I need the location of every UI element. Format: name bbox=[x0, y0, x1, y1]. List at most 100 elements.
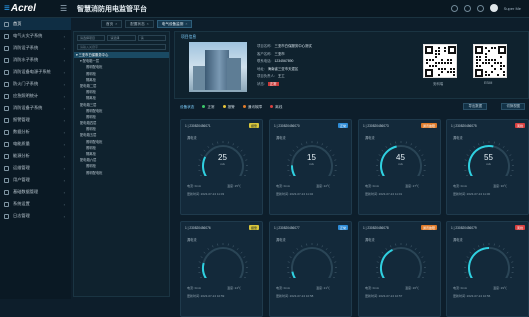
notification-icon[interactable] bbox=[464, 5, 471, 12]
device-card[interactable]: 1 | 230820456070正常漏电流15mA电流: 0mA温度: 22℃更… bbox=[269, 119, 352, 215]
card-row: 电流: 0mA bbox=[453, 286, 467, 290]
card-row: 更新时间: 2023-07-24 11:01 bbox=[365, 192, 402, 196]
sidebar-item[interactable]: 电气火灾子系统› bbox=[0, 30, 71, 42]
tab-label: 电气设备监测 bbox=[162, 22, 184, 26]
sidebar-item-label: 电气火灾子系统 bbox=[13, 33, 42, 39]
close-icon[interactable]: × bbox=[185, 22, 187, 26]
tab[interactable]: 电气设备监测× bbox=[157, 20, 193, 28]
filter-select[interactable]: 请选择 bbox=[107, 35, 135, 41]
menu-icon bbox=[4, 70, 9, 75]
device-tree-panel: 请选择项目请选择请 请输入关键字 ▾ 三亚市白保服务中心▾ 配电箱一层照明配电柜… bbox=[73, 31, 170, 297]
legend-label: 报警 bbox=[228, 105, 235, 109]
menu-icon bbox=[4, 178, 9, 183]
sidebar-item[interactable]: 应急照明统计› bbox=[0, 90, 71, 102]
gauge-dial bbox=[373, 238, 429, 278]
tab[interactable]: 首页× bbox=[101, 20, 122, 28]
project-info-panel: 项目信息 项目名称:三亚市白保服务中心测试客户名称:三亚市联系电话:123456… bbox=[174, 31, 529, 99]
device-card[interactable]: 1 | 230820456076报警漏电流电流: 0mA温度: 24℃更新时间:… bbox=[180, 221, 263, 317]
close-icon[interactable]: × bbox=[115, 22, 117, 26]
menu-icon bbox=[4, 106, 9, 111]
device-card[interactable]: 1 | 230820456078通讯故障漏电流电流: 0mA温度: 26℃更新时… bbox=[358, 221, 441, 317]
device-card[interactable]: 1 | 230820456073通讯故障漏电流45mA电流: 0mA温度: 27… bbox=[358, 119, 441, 215]
sidebar-item-label: 消防设备电源子系统 bbox=[13, 69, 51, 75]
menu-icon bbox=[4, 130, 9, 135]
close-icon[interactable]: × bbox=[147, 22, 149, 26]
avatar[interactable] bbox=[490, 4, 498, 12]
sidebar-item[interactable]: 运维管理› bbox=[0, 162, 71, 174]
sidebar-item[interactable]: 消防水子系统› bbox=[0, 54, 71, 66]
menu-icon bbox=[4, 202, 9, 207]
chevron-right-icon: › bbox=[64, 70, 65, 75]
tab-label: 首页 bbox=[106, 22, 113, 26]
user-name[interactable]: Super Me bbox=[504, 6, 521, 11]
filter-select[interactable]: 请 bbox=[138, 35, 166, 41]
filter-select[interactable]: 请选择项目 bbox=[77, 35, 105, 41]
sidebar: 首页电气火灾子系统›消防设子系统›消防水子系统›消防设备电源子系统›防火门子系统… bbox=[0, 18, 71, 299]
switch-view-button[interactable]: 切换视图 bbox=[501, 103, 525, 110]
card-title: 1 | 230820456078 bbox=[363, 226, 389, 230]
device-card[interactable]: 1 | 230820456079离线漏电流电流: 0mA温度: 29℃更新时间:… bbox=[446, 221, 529, 317]
device-card[interactable]: 1 | 230820456075离线漏电流55mA电流: 0mA温度: 30℃更… bbox=[446, 119, 529, 215]
card-title: 1 | 230820456070 bbox=[274, 124, 300, 128]
chevron-right-icon: › bbox=[64, 130, 65, 135]
export-button[interactable]: 导出数据 bbox=[463, 103, 487, 110]
sidebar-item[interactable]: 能源分析› bbox=[0, 150, 71, 162]
card-row: 电流: 0mA bbox=[365, 286, 379, 290]
chevron-right-icon: › bbox=[64, 214, 65, 219]
sidebar-item[interactable]: 防火门子系统› bbox=[0, 78, 71, 90]
sidebar-item[interactable]: 基础数据管理› bbox=[0, 186, 71, 198]
status-badge: 离线 bbox=[515, 123, 525, 128]
sidebar-item[interactable]: 报警管理› bbox=[0, 114, 71, 126]
legend-label: 离线 bbox=[275, 105, 282, 109]
sidebar-item-label: 应急照明统计 bbox=[13, 93, 38, 99]
status-badge: 报警 bbox=[249, 123, 259, 128]
info-row: 状态:正常 bbox=[257, 81, 279, 86]
tree-node[interactable]: 照明配电柜 bbox=[74, 170, 169, 176]
sidebar-item[interactable]: 数据分析› bbox=[0, 126, 71, 138]
qr-code-1 bbox=[423, 44, 457, 78]
sidebar-item-label: 消防设备子系统 bbox=[13, 105, 42, 111]
fullscreen-icon[interactable] bbox=[451, 5, 458, 12]
chevron-right-icon: › bbox=[64, 142, 65, 147]
card-row: 温度: 30℃ bbox=[493, 184, 507, 188]
status-badge: 离线 bbox=[515, 225, 525, 230]
menu-icon bbox=[4, 22, 9, 27]
sidebar-item[interactable]: 电能质量 › bbox=[0, 138, 71, 150]
card-row: 更新时间: 2023-07-24 11:00 bbox=[453, 192, 490, 196]
tab[interactable]: 配置状态× bbox=[125, 20, 153, 28]
qr-caption-2: ESIM bbox=[484, 81, 492, 85]
info-key: 项目名称: bbox=[257, 44, 272, 48]
sidebar-item-label: 能源分析 bbox=[13, 153, 30, 159]
status-title: 设备状态 bbox=[180, 105, 194, 110]
menu-icon bbox=[4, 190, 9, 195]
sidebar-item[interactable]: 消防设备子系统› bbox=[0, 102, 71, 114]
sidebar-item[interactable]: 消防设子系统› bbox=[0, 42, 71, 54]
sidebar-item[interactable]: 消防设备电源子系统 › bbox=[0, 66, 71, 78]
sidebar-item[interactable]: 日志管理› bbox=[0, 210, 71, 222]
device-card[interactable]: 1 | 230820456071报警漏电流25mA电流: 0mA温度: 25℃更… bbox=[180, 119, 263, 215]
settings-icon[interactable] bbox=[477, 5, 484, 12]
legend-item: 通讯故障 bbox=[243, 105, 262, 110]
status-badge: 正常 bbox=[338, 225, 348, 230]
card-row: 更新时间: 2023-07-24 11:02 bbox=[276, 192, 313, 196]
card-row: 更新时间: 2023-07-24 10:59 bbox=[187, 294, 224, 298]
sidebar-item-label: 电能质量 bbox=[13, 141, 30, 147]
sidebar-item[interactable]: 系统设置› bbox=[0, 198, 71, 210]
chevron-right-icon: › bbox=[64, 58, 65, 63]
info-row: 项目负责人:王工 bbox=[257, 73, 285, 78]
sidebar-item[interactable]: 用户管理› bbox=[0, 174, 71, 186]
info-row: 联系电话:1234567890 bbox=[257, 58, 293, 63]
menu-icon bbox=[4, 58, 9, 63]
menu-toggle-icon[interactable]: ☰ bbox=[60, 4, 68, 14]
status-badge: 通讯故障 bbox=[421, 123, 437, 128]
card-row: 电流: 0mA bbox=[365, 184, 379, 188]
card-row: 电流: 0mA bbox=[187, 184, 201, 188]
sidebar-item[interactable]: 首页 bbox=[0, 18, 71, 30]
device-card[interactable]: 1 | 230820456077正常漏电流电流: 0mA温度: 21℃更新时间:… bbox=[269, 221, 352, 317]
status-dot-icon bbox=[270, 105, 273, 108]
card-row: 电流: 0mA bbox=[453, 184, 467, 188]
gauge-value: 45 bbox=[359, 153, 442, 162]
tree-search-input[interactable]: 请输入关键字 bbox=[77, 44, 166, 50]
gauge-unit: mA bbox=[359, 162, 442, 166]
legend-label: 正常 bbox=[207, 105, 214, 109]
